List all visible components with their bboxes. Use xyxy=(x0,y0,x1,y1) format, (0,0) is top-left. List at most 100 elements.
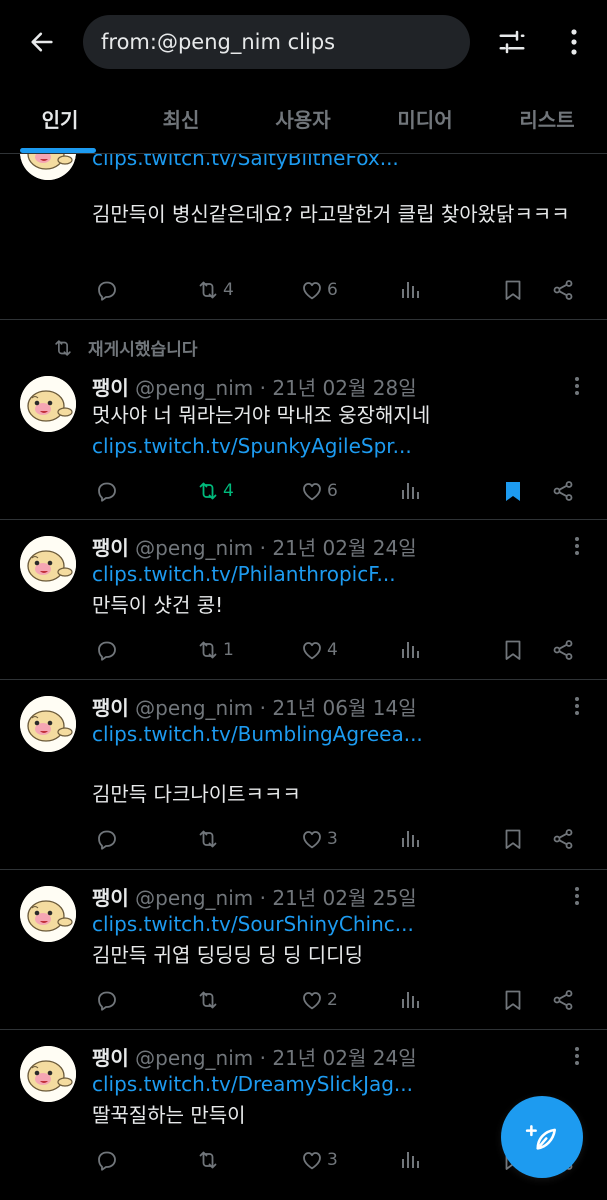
author-handle[interactable]: @peng_nim xyxy=(135,376,253,400)
reply-button[interactable] xyxy=(95,476,119,506)
share-button[interactable] xyxy=(551,476,575,506)
bookmark-button[interactable] xyxy=(501,824,525,854)
avatar[interactable] xyxy=(20,154,76,180)
share-button[interactable] xyxy=(551,824,575,854)
tab-top[interactable]: 인기 xyxy=(20,84,100,153)
like-button[interactable]: 2 xyxy=(300,985,338,1015)
like-button[interactable]: 4 xyxy=(300,635,338,665)
repost-button[interactable] xyxy=(196,985,220,1015)
tab-people[interactable]: 사용자 xyxy=(263,84,343,153)
tweet-link[interactable]: clips.twitch.tv/SourShinyChinc... xyxy=(92,912,414,936)
views-button[interactable] xyxy=(398,476,422,506)
tab-media[interactable]: 미디어 xyxy=(383,84,467,153)
share-icon xyxy=(551,278,575,302)
tweet-actions: 2 xyxy=(0,985,607,1015)
back-button[interactable] xyxy=(22,22,62,62)
tweet-link[interactable]: clips.twitch.tv/DreamySlickJag... xyxy=(92,1072,413,1096)
repost-button[interactable]: 4 xyxy=(196,476,234,506)
author-handle[interactable]: @peng_nim xyxy=(135,696,253,720)
author-name[interactable]: 팽이 xyxy=(92,536,129,560)
author-name[interactable]: 팽이 xyxy=(92,696,129,720)
more-vertical-icon xyxy=(567,534,587,558)
reply-button[interactable] xyxy=(95,985,119,1015)
author-handle[interactable]: @peng_nim xyxy=(135,536,253,560)
author-name[interactable]: 팽이 xyxy=(92,1046,129,1070)
tweet-date[interactable]: 21년 02월 25일 xyxy=(272,886,416,910)
tab-lists[interactable]: 리스트 xyxy=(505,84,589,153)
share-button[interactable] xyxy=(551,985,575,1015)
tweet-text: 김만득 다크나이트ㅋㅋㅋ xyxy=(92,782,301,806)
tweet-header: 팽이 @peng_nim · 21년 06월 14일 xyxy=(92,692,417,721)
tweet[interactable]: clips.twitch.tv/SaltyBlitheFox... 김만득이 병… xyxy=(0,154,607,320)
more-options-button[interactable] xyxy=(556,22,592,62)
author-name[interactable]: 팽이 xyxy=(92,376,129,400)
reply-button[interactable] xyxy=(95,635,119,665)
repost-icon xyxy=(196,1148,220,1172)
views-button[interactable] xyxy=(398,275,422,305)
compose-button[interactable] xyxy=(501,1096,583,1178)
avatar[interactable] xyxy=(20,536,76,592)
avatar[interactable] xyxy=(20,1046,76,1102)
views-button[interactable] xyxy=(398,1145,422,1175)
views-button[interactable] xyxy=(398,824,422,854)
tweet-more-button[interactable] xyxy=(567,1044,587,1068)
views-button[interactable] xyxy=(398,635,422,665)
bookmark-button[interactable] xyxy=(501,985,525,1015)
like-count: 2 xyxy=(327,990,338,1010)
tweet-more-button[interactable] xyxy=(567,374,587,398)
tweet[interactable]: 팽이 @peng_nim · 21년 06월 14일 clips.twitch.… xyxy=(0,680,607,870)
views-button[interactable] xyxy=(398,985,422,1015)
reply-button[interactable] xyxy=(95,1145,119,1175)
share-icon xyxy=(551,638,575,662)
tab-latest[interactable]: 최신 xyxy=(141,84,221,153)
separator: · xyxy=(259,696,266,720)
like-button[interactable]: 3 xyxy=(300,824,338,854)
share-button[interactable] xyxy=(551,275,575,305)
author-handle[interactable]: @peng_nim xyxy=(135,886,253,910)
views-icon xyxy=(398,479,422,503)
like-count: 3 xyxy=(327,1150,338,1170)
tweet-link[interactable]: clips.twitch.tv/PhilanthropicF... xyxy=(92,562,396,586)
tweet-more-button[interactable] xyxy=(567,884,587,908)
like-icon xyxy=(300,1148,324,1172)
tweet-date[interactable]: 21년 02월 28일 xyxy=(272,376,416,400)
share-button[interactable] xyxy=(551,635,575,665)
tweet-date[interactable]: 21년 06월 14일 xyxy=(272,696,416,720)
tweet-header: 팽이 @peng_nim · 21년 02월 25일 xyxy=(92,882,417,911)
bookmark-icon xyxy=(501,638,525,662)
tweet-link[interactable]: clips.twitch.tv/BumblingAgreea... xyxy=(92,722,423,746)
tweet-more-button[interactable] xyxy=(567,694,587,718)
tweet[interactable]: 팽이 @peng_nim · 21년 02월 25일 clips.twitch.… xyxy=(0,870,607,1030)
like-button[interactable]: 3 xyxy=(300,1145,338,1175)
tweet-more-button[interactable] xyxy=(567,534,587,558)
views-icon xyxy=(398,988,422,1012)
avatar[interactable] xyxy=(20,696,76,752)
bookmark-button[interactable] xyxy=(501,275,525,305)
penguin-avatar-image xyxy=(20,696,76,752)
like-button[interactable]: 6 xyxy=(300,275,338,305)
avatar[interactable] xyxy=(20,376,76,432)
share-icon xyxy=(551,479,575,503)
bookmark-button[interactable] xyxy=(501,476,525,506)
search-filter-button[interactable] xyxy=(492,22,532,62)
tweet-link[interactable]: clips.twitch.tv/SpunkyAgileSpr... xyxy=(92,434,412,458)
tweet-date[interactable]: 21년 02월 24일 xyxy=(272,1046,416,1070)
tweet[interactable]: 팽이 @peng_nim · 21년 02월 24일 clips.twitch.… xyxy=(0,520,607,680)
like-button[interactable]: 6 xyxy=(300,476,338,506)
avatar[interactable] xyxy=(20,886,76,942)
reply-button[interactable] xyxy=(95,275,119,305)
repost-button[interactable] xyxy=(196,1145,220,1175)
tweet-text: 멋사야 너 뭐라는거야 막내조 웅장해지네 xyxy=(92,403,431,427)
repost-button[interactable]: 1 xyxy=(196,635,234,665)
active-tab-indicator xyxy=(20,148,96,153)
bookmark-button[interactable] xyxy=(501,635,525,665)
repost-button[interactable]: 4 xyxy=(196,275,234,305)
reply-button[interactable] xyxy=(95,824,119,854)
tweet[interactable]: 재게시했습니다 팽이 @peng_nim · 21년 02월 28일 멋사야 너… xyxy=(0,320,607,520)
author-name[interactable]: 팽이 xyxy=(92,886,129,910)
tweet-link[interactable]: clips.twitch.tv/SaltyBlitheFox... xyxy=(92,154,399,170)
search-input[interactable]: from:@peng_nim clips xyxy=(83,15,470,69)
author-handle[interactable]: @peng_nim xyxy=(135,1046,253,1070)
tweet-date[interactable]: 21년 02월 24일 xyxy=(272,536,416,560)
repost-button[interactable] xyxy=(196,824,220,854)
